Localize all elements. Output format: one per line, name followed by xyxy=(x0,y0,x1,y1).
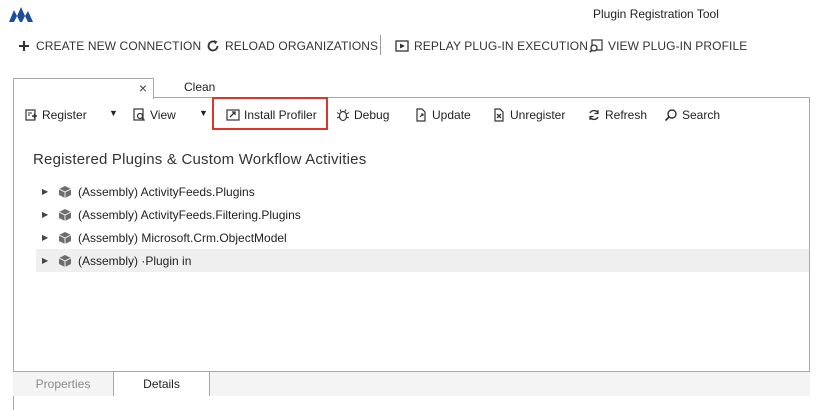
unregister-label: Unregister xyxy=(510,108,566,122)
profile-view-icon xyxy=(589,39,603,53)
view-dropdown-icon[interactable]: ▼ xyxy=(199,108,208,118)
reload-organizations-button[interactable]: RELOAD ORGANIZATIONS xyxy=(206,38,378,54)
create-connection-button[interactable]: CREATE NEW CONNECTION xyxy=(17,38,201,54)
tree-row-label: (Assembly) ·Plugin in xyxy=(78,253,192,268)
tab-properties[interactable]: Properties xyxy=(13,372,113,396)
expand-arrow-icon[interactable]: ▶ xyxy=(42,256,52,265)
view-profile-button[interactable]: VIEW PLUG-IN PROFILE xyxy=(589,38,747,54)
update-label: Update xyxy=(432,108,471,122)
panel-border xyxy=(13,97,14,410)
register-button[interactable]: Register xyxy=(24,106,87,124)
search-label: Search xyxy=(682,108,721,122)
assembly-icon xyxy=(58,208,72,221)
toolbar-separator xyxy=(380,35,381,55)
unregister-button[interactable]: Unregister xyxy=(492,106,565,124)
unregister-icon xyxy=(494,108,504,122)
assembly-icon xyxy=(58,254,72,267)
register-icon xyxy=(25,109,37,121)
view-icon xyxy=(133,108,145,121)
plugin-toolbar: Register ▼ View ▼ Install Profiler Debug… xyxy=(14,102,809,128)
document-tab-active[interactable]: × xyxy=(13,78,154,99)
replay-icon xyxy=(395,40,409,52)
replay-execution-button[interactable]: REPLAY PLUG-IN EXECUTION xyxy=(395,38,588,54)
panel-border xyxy=(809,97,810,372)
refresh-icon xyxy=(589,109,599,121)
assembly-icon xyxy=(58,231,72,244)
tree-row[interactable]: ▶ (Assembly) Microsoft.Crm.ObjectModel xyxy=(38,226,809,249)
expand-arrow-icon[interactable]: ▶ xyxy=(42,187,52,196)
plus-icon xyxy=(19,41,29,51)
assembly-icon xyxy=(58,185,72,198)
tab-strip-filler xyxy=(210,372,810,396)
search-icon xyxy=(664,109,677,122)
bottom-panel: Properties Details xyxy=(13,371,810,410)
view-button[interactable]: View xyxy=(132,106,176,124)
section-title: Registered Plugins & Custom Workflow Act… xyxy=(33,151,367,168)
register-label: Register xyxy=(42,108,87,122)
tree-row-selected[interactable]: ▶ (Assembly) ·Plugin in xyxy=(36,249,809,272)
title-bar: Plugin Registration Tool xyxy=(0,0,819,28)
search-button[interactable]: Search xyxy=(664,106,720,124)
tab-clean[interactable]: Clean xyxy=(184,80,215,94)
expand-arrow-icon[interactable]: ▶ xyxy=(42,210,52,219)
reload-icon xyxy=(207,40,219,52)
debug-label: Debug xyxy=(354,108,390,122)
tab-details[interactable]: Details xyxy=(113,372,210,396)
register-dropdown-icon[interactable]: ▼ xyxy=(109,108,118,118)
replay-execution-label: REPLAY PLUG-IN EXECUTION xyxy=(414,39,588,53)
refresh-button[interactable]: Refresh xyxy=(587,106,647,124)
tree-row-label: (Assembly) Microsoft.Crm.ObjectModel xyxy=(78,230,287,245)
main-toolbar: CREATE NEW CONNECTION RELOAD ORGANIZATIO… xyxy=(0,30,819,60)
create-connection-label: CREATE NEW CONNECTION xyxy=(36,39,202,53)
tree-row[interactable]: ▶ (Assembly) ActivityFeeds.Filtering.Plu… xyxy=(38,203,809,226)
update-icon xyxy=(416,108,426,122)
document-tabs: × Clean xyxy=(0,74,819,99)
install-profiler-highlight xyxy=(212,97,328,130)
window-title: Plugin Registration Tool xyxy=(593,7,719,21)
plugin-tree: ▶ (Assembly) ActivityFeeds.Plugins ▶ (As… xyxy=(36,180,809,272)
tree-row[interactable]: ▶ (Assembly) ActivityFeeds.Plugins xyxy=(38,180,809,203)
tree-row-label: (Assembly) ActivityFeeds.Plugins xyxy=(78,184,255,199)
tree-row-label: (Assembly) ActivityFeeds.Filtering.Plugi… xyxy=(78,207,301,222)
view-profile-label: VIEW PLUG-IN PROFILE xyxy=(608,39,748,53)
update-button[interactable]: Update xyxy=(414,106,471,124)
refresh-label: Refresh xyxy=(605,108,648,122)
view-label: View xyxy=(150,108,176,122)
debug-button[interactable]: Debug xyxy=(336,106,389,124)
dynamics-logo-icon xyxy=(9,7,33,22)
expand-arrow-icon[interactable]: ▶ xyxy=(42,233,52,242)
tab-close-icon[interactable]: × xyxy=(139,80,147,96)
reload-organizations-label: RELOAD ORGANIZATIONS xyxy=(225,39,379,53)
debug-icon xyxy=(336,109,350,122)
